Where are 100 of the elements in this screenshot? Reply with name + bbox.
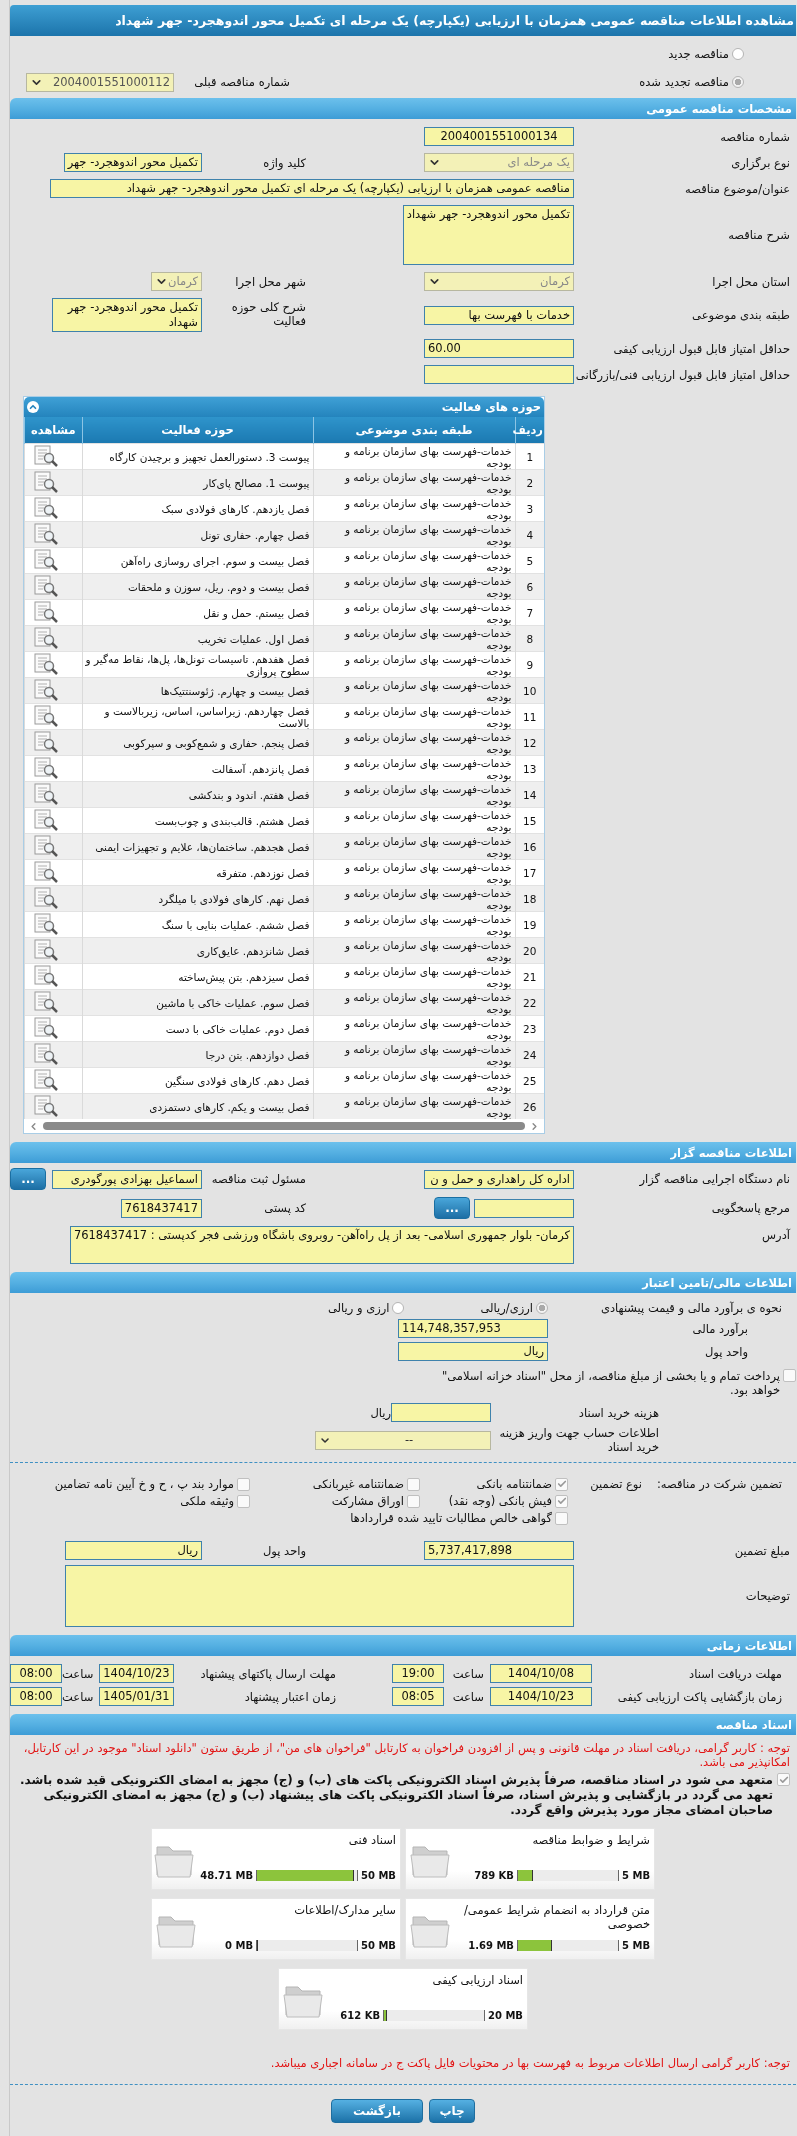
field-label: نحوه ی برآورد مالی و قیمت پیشنهادی <box>599 1301 783 1315</box>
radio-option[interactable]: مناقصه جدید <box>376 47 796 61</box>
document-search-icon[interactable] <box>33 652 59 675</box>
dropdown[interactable]: -- <box>315 1430 491 1450</box>
table-cell: خدمات-فهرست بهای سازمان برنامه و بودجه <box>313 625 515 652</box>
text-area[interactable] <box>65 1565 574 1627</box>
collapse-icon[interactable] <box>27 401 39 413</box>
document-search-icon[interactable] <box>33 1016 59 1039</box>
text-area[interactable]: کرمان- بلوار جمهوری اسلامی- بعد از پل راه‌آهن- روبروی باشگاه ورزشی فجر کدپستی : 7618437417 <box>69 1226 574 1264</box>
field-label: ساعت <box>451 1666 485 1681</box>
text-field[interactable]: 2004001551000134 <box>424 127 574 146</box>
text-field[interactable]: تکمیل محور اندوهجرد- جهر <box>63 153 202 172</box>
document-search-icon[interactable] <box>33 860 59 883</box>
checkbox-option[interactable]: گواهی خالص مطالبات تایید شده قراردادها <box>10 1511 568 1525</box>
table-cell: 24 <box>515 1041 544 1068</box>
field-label: شرح کلی حوزه فعالیت <box>230 299 307 328</box>
document-search-icon[interactable] <box>33 756 59 779</box>
document-search-icon[interactable] <box>33 1094 59 1117</box>
document-search-icon[interactable] <box>33 964 59 987</box>
text-field[interactable]: ریال <box>65 1541 202 1560</box>
time-field[interactable]: 08:00 <box>10 1664 62 1683</box>
text-field[interactable]: اسماعیل بهزادی پورگودری <box>52 1169 202 1189</box>
checkbox-option[interactable]: وثیقه ملکی <box>10 1494 250 1508</box>
text-field[interactable]: 5,737,417,898 <box>424 1541 574 1560</box>
document-search-icon[interactable] <box>33 1042 59 1065</box>
time-field[interactable]: 08:00 <box>10 1687 62 1706</box>
card-title: اسناد فنی <box>347 1833 396 1847</box>
text-field[interactable]: مناقصه عمومی همزمان با ارزیابی (یکپارچه) یک مرحله ای تکمیل محور اندوهجرد- جهر شهداد <box>50 179 574 198</box>
document-search-icon[interactable] <box>33 782 59 805</box>
document-search-icon[interactable] <box>33 678 59 701</box>
document-search-icon[interactable] <box>33 886 59 909</box>
document-search-icon[interactable] <box>33 808 59 831</box>
text-field[interactable]: اداره کل راهداری و حمل و ن <box>424 1169 574 1189</box>
document-search-icon[interactable] <box>33 626 59 649</box>
field-label: زمان بازگشایی پاکت ارزیابی کیفی <box>616 1689 783 1704</box>
document-search-icon[interactable] <box>33 496 59 519</box>
document-search-icon[interactable] <box>33 548 59 571</box>
table-cell: فصل هشتم. قالب‌بندی و چوب‌بست <box>82 807 313 834</box>
document-search-icon[interactable] <box>33 470 59 493</box>
table-cell: خدمات-فهرست بهای سازمان برنامه و بودجه <box>313 469 515 496</box>
text-area[interactable]: تکمیل محور اندوهجرد- جهر شهداد <box>52 298 202 332</box>
panel-title: حوزه های فعالیت <box>441 400 541 414</box>
date-field[interactable]: 1404/10/23 <box>490 1687 592 1706</box>
document-search-icon[interactable] <box>33 730 59 753</box>
document-search-icon[interactable] <box>33 990 59 1013</box>
document-search-icon[interactable] <box>33 574 59 597</box>
browse-button[interactable]: ... <box>10 1168 46 1190</box>
page-title: مشاهده اطلاعات مناقصه عمومی همزمان با ارزیابی (یکپارچه) یک مرحله ای تکمیل محور اندوهجرد- جهر شهداد <box>10 5 796 36</box>
checkbox-option[interactable]: ضمانتنامه بانکی <box>420 1477 568 1491</box>
radio-option[interactable]: ارزی/ریالی <box>480 1301 548 1315</box>
text-field[interactable]: ریال <box>398 1342 548 1361</box>
date-field[interactable]: 1404/10/08 <box>490 1664 592 1683</box>
checkbox-option[interactable]: پرداخت تمام و یا بخشی از مبلغ مناقصه، از محل "اسناد خزانه اسلامی" خواهد بود. <box>10 1361 796 1397</box>
text-field[interactable]: 7618437417 <box>120 1198 202 1218</box>
checkbox-option[interactable]: ضمانتنامه غیربانکی <box>250 1477 420 1491</box>
size-used: 789 KB <box>474 1870 514 1881</box>
table-cell: خدمات-فهرست بهای سازمان برنامه و بودجه <box>313 937 515 964</box>
document-search-icon[interactable] <box>33 600 59 623</box>
browse-button[interactable]: ... <box>434 1197 470 1219</box>
field-label: هزینه خرید اسناد <box>577 1405 660 1420</box>
radio-option[interactable]: ارزی و ریالی <box>327 1301 405 1315</box>
table-cell: 1 <box>515 443 544 470</box>
date-field[interactable]: 1405/01/31 <box>99 1687 174 1706</box>
document-search-icon[interactable] <box>33 444 59 467</box>
action-button[interactable]: چاپ <box>429 2099 475 2123</box>
field-label: مهلت دریافت اسناد <box>688 1666 783 1681</box>
table-cell: فصل سیزدهم. بتن پیش‌ساخته <box>82 963 313 990</box>
dropdown[interactable]: 2004001551000112 <box>26 72 174 92</box>
field-label: استان محل اجرا <box>711 274 791 289</box>
text-field[interactable]: 114,748,357,953 <box>398 1319 548 1338</box>
time-field[interactable]: 08:05 <box>392 1687 444 1706</box>
document-search-icon[interactable] <box>33 834 59 857</box>
field-label: مسئول ثبت مناقصه <box>210 1172 307 1186</box>
text-area[interactable]: تکمیل محور اندوهجرد- جهر شهداد <box>402 205 574 265</box>
checkbox-option[interactable]: فیش بانکی (وجه نقد) <box>420 1494 568 1508</box>
document-search-icon[interactable] <box>33 938 59 961</box>
date-field[interactable]: 1404/10/23 <box>99 1664 174 1683</box>
table-cell: فصل پانزدهم. آسفالت <box>82 755 313 782</box>
document-search-icon[interactable] <box>33 522 59 545</box>
text-field[interactable] <box>474 1198 574 1218</box>
table-cell: خدمات-فهرست بهای سازمان برنامه و بودجه <box>313 677 515 704</box>
text-field[interactable] <box>424 365 574 384</box>
card-title: متن قرارداد به انضمام شرایط عمومی/خصوصی <box>462 1903 650 1931</box>
time-field[interactable]: 19:00 <box>392 1664 444 1683</box>
text-field[interactable] <box>391 1403 491 1422</box>
table-cell: فصل ششم. عملیات بنایی با سنگ <box>82 911 313 938</box>
text-field[interactable]: 60.00 <box>424 339 574 358</box>
document-search-icon[interactable] <box>33 704 59 727</box>
radio-option[interactable]: مناقصه تجدید شده <box>376 75 796 89</box>
table-cell: فصل اول. عملیات تخریب <box>82 625 313 652</box>
text-field[interactable]: خدمات با فهرست بها <box>424 305 574 325</box>
document-search-icon[interactable] <box>33 1068 59 1091</box>
checkbox-option[interactable]: اوراق مشارکت <box>250 1494 420 1508</box>
checkbox[interactable] <box>777 1773 790 1786</box>
table-cell: خدمات-فهرست بهای سازمان برنامه و بودجه <box>313 1041 515 1068</box>
size-limit: 5 MB <box>622 1870 650 1881</box>
checkbox-option[interactable]: موارد بند پ ، ح و خ آیین نامه تضامین <box>10 1477 250 1491</box>
action-button[interactable]: بازگشت <box>331 2099 423 2123</box>
chevron-right-icon[interactable] <box>529 1120 540 1132</box>
document-search-icon[interactable] <box>33 912 59 935</box>
